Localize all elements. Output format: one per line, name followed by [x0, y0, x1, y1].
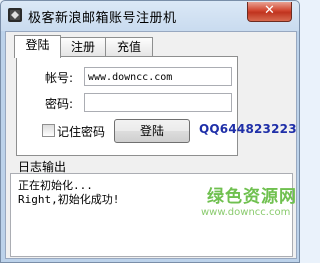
watermark-url: www.downcc.com	[201, 207, 291, 218]
qq-contact-text: QQ644823223	[199, 122, 297, 136]
tab-register-label: 注册	[70, 40, 95, 54]
login-button[interactable]: 登陆	[114, 119, 190, 143]
tab-recharge-label: 充值	[116, 40, 141, 54]
account-label: 帐号:	[45, 71, 74, 85]
password-label: 密码:	[45, 97, 74, 111]
client-area: 登陆 注册 充值 帐号: www.downcc.com 密码: 记住密码 登陆 …	[5, 31, 297, 259]
tab-recharge[interactable]: 充值	[105, 37, 153, 57]
remember-password-label[interactable]: 记住密码	[57, 123, 105, 140]
close-button[interactable]: ✕	[247, 2, 292, 22]
title-bar[interactable]: 极客新浪邮箱账号注册机 ✕	[1, 1, 299, 30]
watermark-logo: 绿色资源网	[207, 187, 297, 207]
login-panel: 帐号: www.downcc.com 密码: 记住密码 登陆	[16, 56, 238, 156]
tab-login[interactable]: 登陆	[14, 35, 61, 58]
window-title: 极客新浪邮箱账号注册机	[28, 11, 177, 26]
login-button-label: 登陆	[139, 124, 164, 138]
tab-login-label: 登陆	[25, 38, 50, 52]
password-input[interactable]	[84, 93, 232, 112]
remember-password-checkbox[interactable]	[42, 124, 55, 137]
app-window: 极客新浪邮箱账号注册机 ✕ 登陆 注册 充值 帐号: www.downcc.co…	[0, 0, 300, 263]
account-input[interactable]: www.downcc.com	[84, 67, 232, 86]
tab-register[interactable]: 注册	[60, 37, 106, 57]
log-line: Right,初始化成功!	[18, 193, 120, 206]
app-icon	[8, 8, 22, 22]
close-icon: ✕	[264, 3, 275, 18]
